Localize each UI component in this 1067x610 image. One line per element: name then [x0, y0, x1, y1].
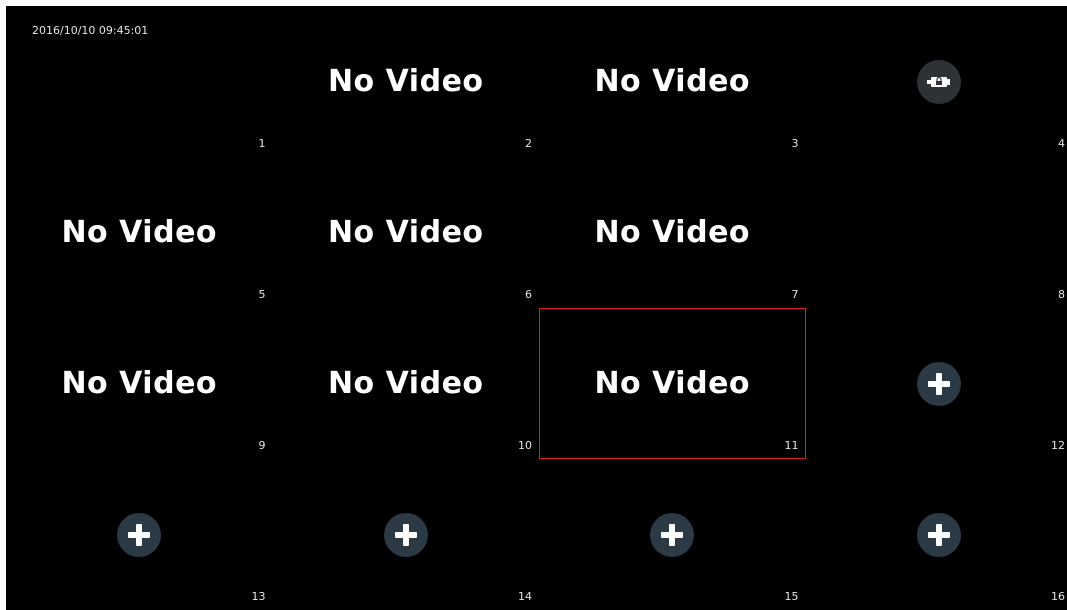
channel-tile-10[interactable]: No Video 10: [273, 308, 540, 459]
channel-number: 8: [1058, 288, 1065, 301]
add-camera-button[interactable]: [916, 361, 961, 406]
plus-icon: [128, 523, 151, 546]
channel-number: 5: [258, 288, 266, 301]
channel-tile-7[interactable]: No Video 7: [539, 157, 806, 308]
usb-lock-icon: [926, 76, 950, 87]
channel-number: 15: [784, 590, 799, 603]
channel-number: 16: [1051, 590, 1065, 603]
channel-tile-6[interactable]: No Video 6: [273, 157, 540, 308]
channel-tile-3[interactable]: No Video 3: [539, 6, 806, 157]
usb-lock-button[interactable]: [916, 59, 961, 104]
no-video-label: No Video: [594, 63, 751, 99]
plus-icon: [927, 372, 950, 395]
channel-number: 4: [1058, 137, 1065, 150]
plus-icon: [927, 523, 950, 546]
channel-number: 7: [791, 288, 799, 301]
channel-tile-12[interactable]: 12: [806, 308, 1067, 459]
channel-tile-4[interactable]: 4: [806, 6, 1067, 157]
channel-tile-11-selected[interactable]: No Video 11: [539, 308, 806, 459]
channel-tile-8[interactable]: 8: [806, 157, 1067, 308]
no-video-label: No Video: [594, 214, 751, 250]
channel-tile-5[interactable]: No Video 5: [6, 157, 273, 308]
no-video-label: No Video: [327, 365, 484, 401]
channel-number: 3: [791, 137, 799, 150]
add-camera-button[interactable]: [650, 512, 695, 557]
no-video-label: No Video: [594, 365, 751, 401]
channel-number: 12: [1051, 439, 1065, 452]
channel-number: 1: [258, 137, 266, 150]
channel-number: 9: [258, 439, 266, 452]
channel-number: 6: [525, 288, 532, 301]
channel-tile-9[interactable]: No Video 9: [6, 308, 273, 459]
plus-icon: [661, 523, 684, 546]
channel-number: 13: [251, 590, 266, 603]
channel-tile-2[interactable]: No Video 2: [273, 6, 540, 157]
plus-icon: [394, 523, 417, 546]
add-camera-button[interactable]: [383, 512, 428, 557]
channel-tile-15[interactable]: 15: [539, 459, 806, 610]
add-camera-button[interactable]: [117, 512, 162, 557]
channel-tile-13[interactable]: 13: [6, 459, 273, 610]
channel-grid: 1 No Video 2 No Video 3 4 No Video 5 No …: [6, 6, 1067, 610]
no-video-label: No Video: [61, 214, 218, 250]
no-video-label: No Video: [327, 63, 484, 99]
no-video-label: No Video: [327, 214, 484, 250]
add-camera-button[interactable]: [916, 512, 961, 557]
channel-number: 10: [518, 439, 532, 452]
channel-tile-1[interactable]: 1: [6, 6, 273, 157]
channel-tile-16[interactable]: 16: [806, 459, 1067, 610]
channel-number: 2: [525, 137, 532, 150]
channel-number: 11: [784, 439, 799, 452]
no-video-label: No Video: [61, 365, 218, 401]
channel-number: 14: [518, 590, 532, 603]
channel-tile-14[interactable]: 14: [273, 459, 540, 610]
